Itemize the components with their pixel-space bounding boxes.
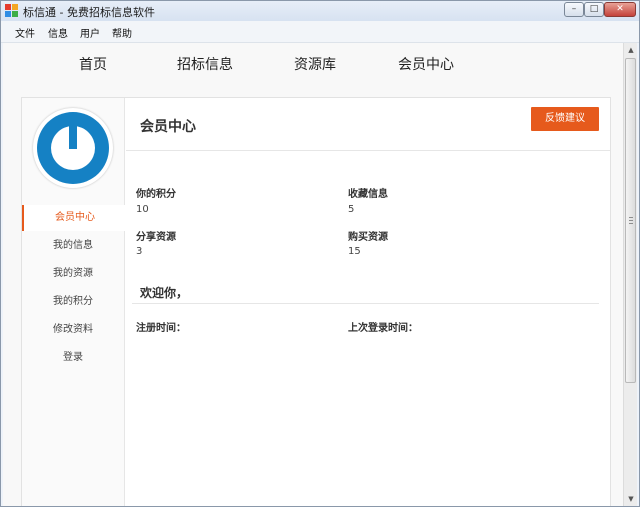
scroll-thumb[interactable]: [625, 58, 636, 383]
feedback-button[interactable]: 反馈建议: [531, 107, 599, 131]
window-title: 标信通 - 免费招标信息软件: [23, 6, 155, 19]
stat-label-points: 你的积分: [136, 189, 176, 200]
nav-home[interactable]: 首页: [79, 54, 107, 74]
nav-member-center[interactable]: 会员中心: [398, 54, 454, 74]
vertical-scrollbar[interactable]: ▲ ▼: [623, 43, 637, 506]
nav-resources[interactable]: 资源库: [294, 54, 336, 74]
app-window: 标信通 - 免费招标信息软件 – □ ✕ 文件 信息 用户 帮助 首页 招标信息…: [0, 0, 640, 507]
stat-value-points: 10: [136, 204, 149, 215]
member-card: 会员中心 我的信息 我的资源 我的积分 修改资料 登录 会员中心 反馈建议 你的…: [21, 97, 611, 506]
sidebar-item-my-info[interactable]: 我的信息: [22, 233, 124, 259]
menu-file[interactable]: 文件: [15, 25, 35, 40]
menu-info[interactable]: 信息: [48, 25, 68, 40]
stat-label-favorites: 收藏信息: [348, 189, 388, 200]
sidebar-item-login[interactable]: 登录: [22, 345, 124, 371]
sidebar-item-member-center[interactable]: 会员中心: [22, 205, 126, 231]
sidebar-item-my-resources[interactable]: 我的资源: [22, 261, 124, 287]
maximize-button[interactable]: □: [584, 2, 604, 17]
sidebar-item-edit-profile[interactable]: 修改资料: [22, 317, 124, 343]
stat-value-shared: 3: [136, 246, 143, 257]
last-login-label: 上次登录时间：: [348, 323, 418, 334]
power-logo-icon: [37, 112, 109, 184]
logo: [33, 108, 113, 188]
title-bar[interactable]: 标信通 - 免费招标信息软件 – □ ✕: [1, 1, 639, 21]
content-area: 首页 招标信息 资源库 会员中心 会员中心 我的信息 我的资源 我的积分 修改资…: [3, 43, 623, 506]
menu-help[interactable]: 帮助: [112, 25, 132, 40]
nav-bidding-info[interactable]: 招标信息: [177, 54, 233, 74]
sidebar-item-my-points[interactable]: 我的积分: [22, 289, 124, 315]
stat-label-purchased: 购买资源: [348, 232, 388, 243]
app-icon: [5, 4, 18, 17]
register-time-label: 注册时间：: [136, 323, 186, 334]
welcome-text: 欢迎你，: [140, 286, 189, 300]
menu-bar: 文件 信息 用户 帮助: [1, 21, 639, 43]
minimize-button[interactable]: –: [564, 2, 584, 17]
sidebar: 会员中心 我的信息 我的资源 我的积分 修改资料 登录: [22, 98, 126, 506]
menu-user[interactable]: 用户: [80, 25, 100, 40]
header-divider: [126, 150, 610, 151]
scroll-up-arrow-icon[interactable]: ▲: [625, 43, 637, 57]
welcome-divider: [132, 303, 599, 304]
scroll-down-arrow-icon[interactable]: ▼: [625, 492, 637, 506]
page-title: 会员中心: [140, 119, 196, 135]
stat-value-favorites: 5: [348, 204, 355, 215]
stat-value-purchased: 15: [348, 246, 361, 257]
stat-label-shared: 分享资源: [136, 232, 176, 243]
close-button[interactable]: ✕: [604, 2, 636, 17]
